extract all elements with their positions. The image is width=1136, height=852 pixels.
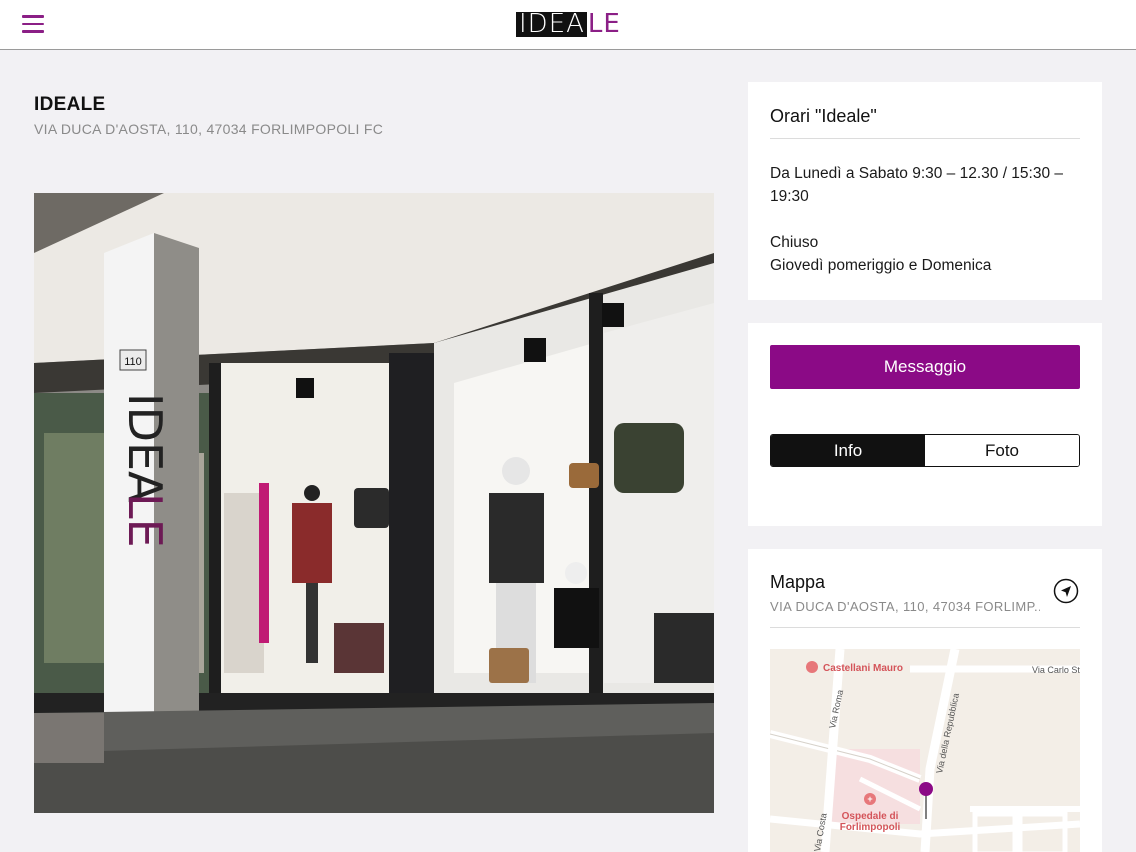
tab-foto[interactable]: Foto (925, 435, 1079, 466)
svg-text:+: + (867, 794, 872, 804)
hours-card: Orari "Ideale" Da Lunedì a Sabato 9:30 –… (748, 82, 1102, 300)
tab-info[interactable]: Info (771, 435, 925, 466)
hours-title: Orari "Ideale" (770, 106, 877, 126)
brand-logo[interactable]: IDEA LE (516, 9, 621, 39)
hamburger-menu-icon[interactable] (22, 15, 44, 33)
photo-sign-number: 110 (124, 356, 142, 368)
navigation-arrow-icon[interactable] (1053, 578, 1079, 604)
location-map[interactable]: Castellani Mauro + Ospedale di Forlimpop… (770, 649, 1080, 852)
poi-castellani: Castellani Mauro (823, 663, 903, 674)
map-card: Mappa VIA DUCA D'AOSTA, 110, 47034 FORLI… (748, 549, 1102, 852)
closed-info: Chiuso Giovedì pomeriggio e Domenica (770, 231, 991, 277)
poi-hospital-line1: Ospedale di (842, 811, 899, 822)
map-address: VIA DUCA D'AOSTA, 110, 47034 FORLIMP... (770, 599, 1040, 614)
message-button[interactable]: Messaggio (770, 345, 1080, 389)
store-address: VIA DUCA D'AOSTA, 110, 47034 FORLIMPOPOL… (34, 121, 384, 137)
poi-hospital-line2: Forlimpopoli (840, 822, 901, 833)
opening-hours-text: Da Lunedì a Sabato 9:30 – 12.30 / 15:30 … (770, 165, 1064, 205)
hours-divider (770, 138, 1080, 139)
actions-card: Messaggio Info Foto (748, 323, 1102, 526)
logo-highlight-text: IDEA (516, 11, 587, 37)
store-photo[interactable]: 110 IDEA LE (34, 193, 714, 813)
svg-text:IDEA: IDEA (118, 393, 172, 503)
closed-label: Chiuso (770, 234, 819, 251)
top-bar: IDEA LE (0, 0, 1136, 50)
logo-rest-text: LE (587, 9, 621, 39)
map-title: Mappa (770, 572, 826, 592)
closed-days: Giovedì pomeriggio e Domenica (770, 257, 992, 274)
info-photo-segmented-control: Info Foto (770, 434, 1080, 467)
store-name: IDEALE (34, 94, 106, 115)
map-divider (770, 627, 1080, 628)
street-carlo: Via Carlo St (1032, 665, 1080, 675)
svg-text:LE: LE (118, 493, 172, 548)
